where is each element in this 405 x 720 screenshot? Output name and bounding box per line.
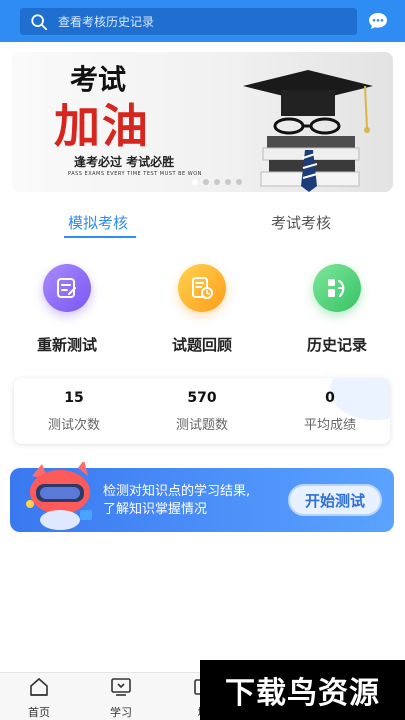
review-action[interactable]: 试题回顾 [157, 264, 247, 355]
watermark-overlay: 下载鸟资源 [200, 660, 405, 720]
search-icon [31, 13, 48, 30]
stat-label: 测试次数 [47, 418, 100, 433]
tab-formal-exam[interactable]: 考试考核 [271, 212, 331, 233]
stats-card: 15 测试次数 570 测试题数 0 平均成绩 [14, 378, 390, 444]
stat-question-count: 570 测试题数 [142, 390, 262, 433]
retest-action[interactable]: 重新测试 [22, 264, 112, 355]
banner-title-line2: 加油 [54, 99, 150, 153]
nav-home[interactable]: 首页 [14, 677, 64, 720]
history-label: 历史记录 [306, 336, 367, 354]
stat-label: 平均成绩 [303, 418, 356, 433]
retest-label: 重新测试 [36, 336, 97, 354]
watermark-text: 下载鸟资源 [225, 676, 380, 711]
search-bar[interactable]: 查看考核历史记录 [20, 8, 357, 35]
history-action[interactable]: 历史记录 [292, 264, 382, 355]
banner-slogan-en: PASS EXAMS EVERY TIME TEST MUST BE WON [68, 171, 202, 177]
top-header: 查看考核历史记录 [0, 0, 405, 42]
banner-pagination[interactable] [192, 179, 242, 185]
promo-description: 检测对知识点的学习结果, 了解知识掌握情况 [103, 483, 250, 519]
search-placeholder: 查看考核历史记录 [58, 15, 155, 29]
document-edit-icon [43, 264, 91, 312]
study-icon [111, 678, 131, 696]
stat-test-count: 15 测试次数 [14, 390, 134, 433]
tab-bar: 模拟考核 考试考核 [0, 200, 405, 240]
nav-study[interactable]: 学习 [96, 677, 146, 720]
graduation-books-illustration [243, 70, 373, 192]
nav-study-label: 学习 [110, 706, 132, 719]
tab-mock-exam[interactable]: 模拟考核 [68, 212, 128, 233]
promo-line2: 了解知识掌握情况 [103, 502, 208, 517]
document-clock-icon [178, 264, 226, 312]
banner-slogan: 逢考必过 考试必胜 [74, 155, 175, 169]
tab-active-indicator [64, 236, 136, 238]
banner-dot[interactable] [236, 179, 242, 185]
chat-bubble-icon[interactable] [368, 11, 388, 31]
promo-line1: 检测对知识点的学习结果, [103, 484, 251, 499]
banner-dot[interactable] [225, 179, 231, 185]
stat-value: 570 [187, 390, 217, 406]
banner-dot-active[interactable] [192, 179, 198, 185]
promo-banner[interactable]: 考试 加油 逢考必过 考试必胜 PASS EXAMS EVERY TIME TE… [12, 52, 393, 192]
stat-value: 15 [64, 390, 84, 406]
stat-label: 测试题数 [175, 418, 228, 433]
review-label: 试题回顾 [171, 336, 232, 354]
home-icon [30, 677, 48, 696]
nav-home-label: 首页 [28, 706, 50, 719]
vr-mascot-illustration [26, 462, 92, 530]
stat-average-score: 0 平均成绩 [270, 390, 390, 433]
banner-dot[interactable] [214, 179, 220, 185]
banner-dot[interactable] [203, 179, 209, 185]
start-test-promo: 检测对知识点的学习结果, 了解知识掌握情况 开始测试 [10, 462, 394, 532]
history-list-icon [313, 264, 361, 312]
start-test-button[interactable]: 开始测试 [288, 484, 382, 516]
stat-value: 0 [325, 390, 335, 406]
